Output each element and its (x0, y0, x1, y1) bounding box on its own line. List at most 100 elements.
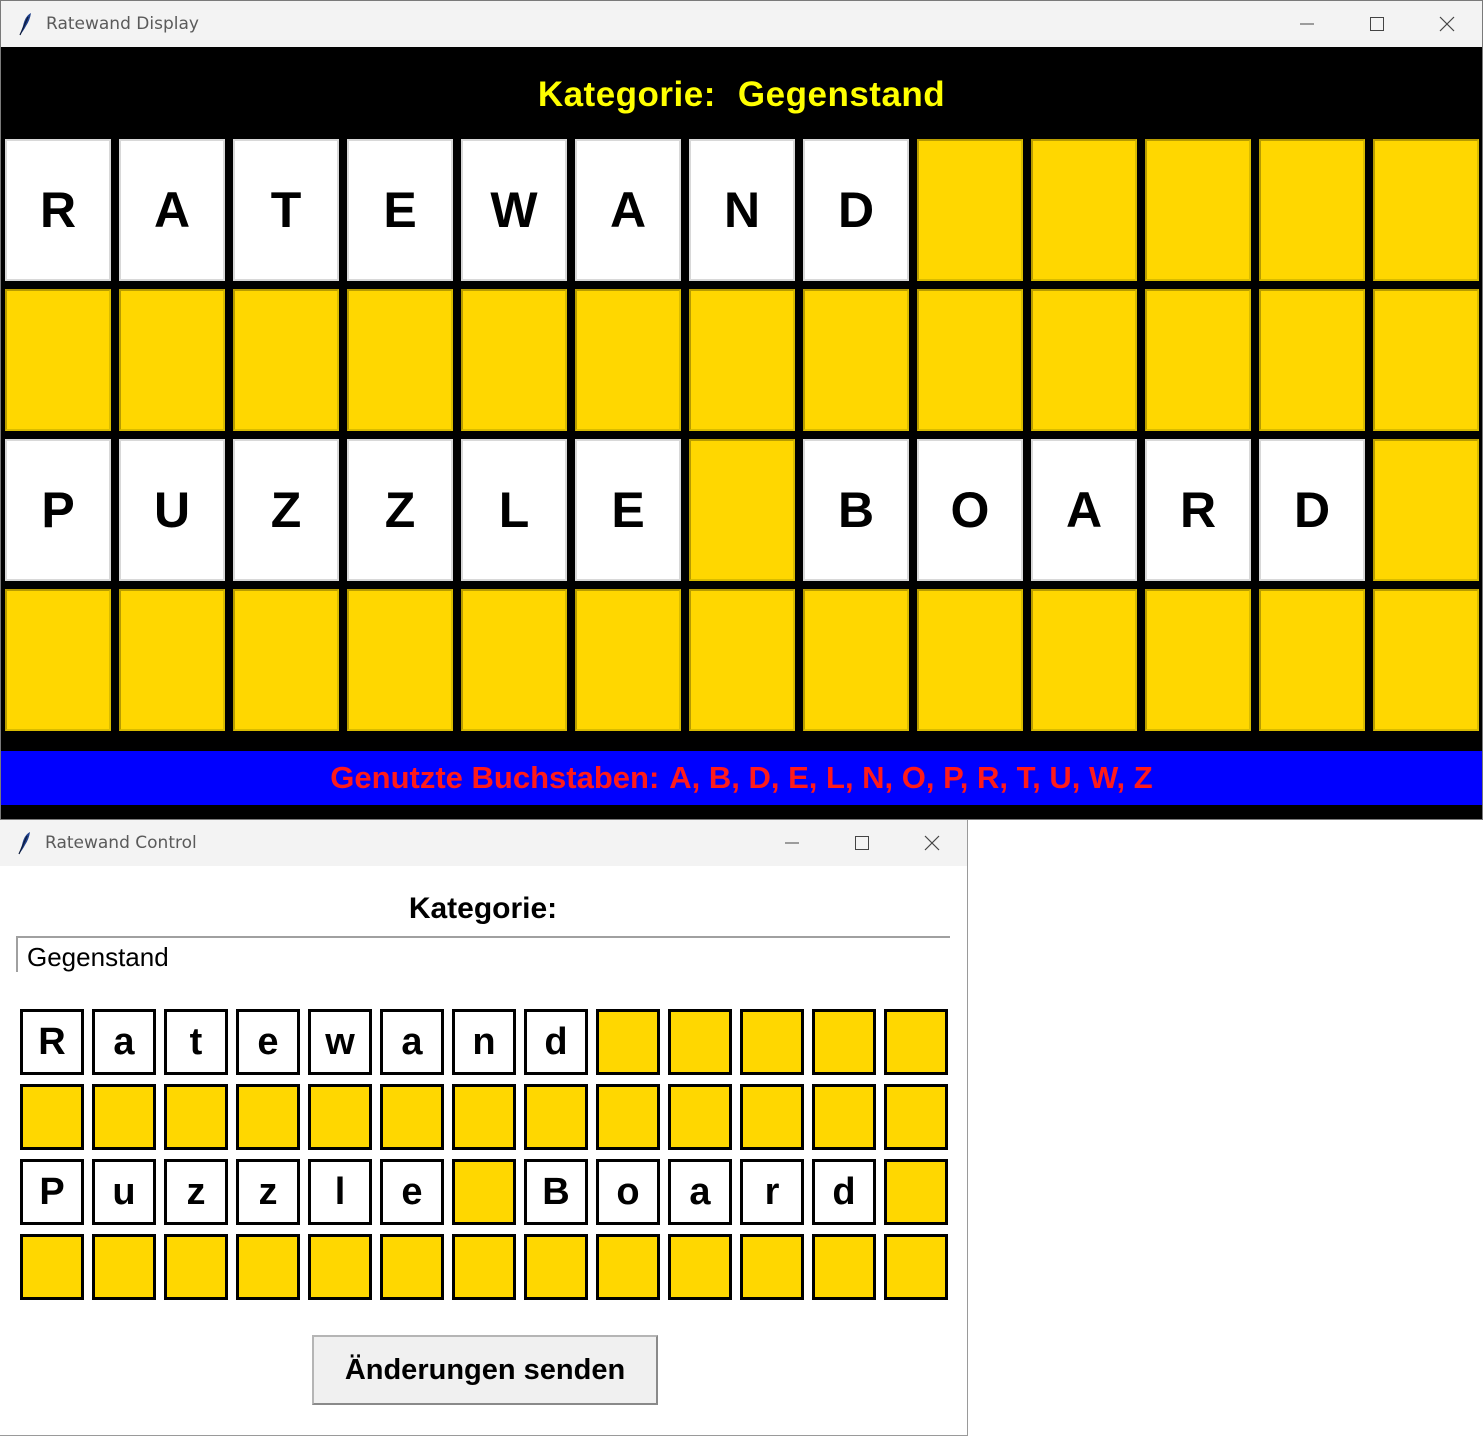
control-letter-tile[interactable]: R (20, 1009, 84, 1075)
control-letter-tile[interactable]: o (596, 1159, 660, 1225)
category-input[interactable] (16, 936, 950, 972)
display-letter-tile (1145, 589, 1251, 731)
control-titlebar[interactable]: Ratewand Control (0, 820, 967, 866)
display-letter-tile (1373, 589, 1479, 731)
display-letter-tile (1031, 589, 1137, 731)
control-letter-tile[interactable] (668, 1009, 732, 1075)
control-letter-tile[interactable]: P (20, 1159, 84, 1225)
control-letter-tile[interactable]: r (740, 1159, 804, 1225)
close-button[interactable] (1412, 1, 1482, 47)
display-letter-tile (461, 289, 567, 431)
minimize-button[interactable] (757, 820, 827, 866)
display-letter-tile (1031, 289, 1137, 431)
control-letter-tile[interactable] (740, 1234, 804, 1300)
control-letter-tile[interactable] (596, 1234, 660, 1300)
control-letter-grid: RatewandPuzzleBoard (20, 1009, 948, 1300)
control-letter-tile[interactable] (884, 1159, 948, 1225)
control-window: Ratewand Control Kategorie: RatewandPuzz… (0, 820, 968, 1436)
display-letter-tile (689, 589, 795, 731)
minimize-button[interactable] (1272, 1, 1342, 47)
control-letter-tile[interactable]: d (524, 1009, 588, 1075)
control-letter-tile[interactable]: w (308, 1009, 372, 1075)
control-letter-tile[interactable] (812, 1084, 876, 1150)
control-letter-tile[interactable] (380, 1084, 444, 1150)
close-icon (924, 835, 940, 851)
display-board: Kategorie: Gegenstand RATEWANDPUZZLEBOARD… (1, 47, 1482, 819)
feather-icon (16, 831, 36, 855)
display-category-label: Kategorie: (537, 75, 716, 114)
display-letter-tile: R (5, 139, 111, 281)
display-letter-tile: E (347, 139, 453, 281)
control-letter-tile[interactable] (452, 1084, 516, 1150)
control-letter-tile[interactable] (668, 1084, 732, 1150)
control-letter-tile[interactable] (524, 1084, 588, 1150)
display-letter-tile (575, 589, 681, 731)
display-letter-tile: U (119, 439, 225, 581)
control-letter-tile[interactable] (596, 1084, 660, 1150)
control-letter-tile[interactable] (236, 1234, 300, 1300)
control-letter-tile[interactable] (20, 1084, 84, 1150)
control-letter-tile[interactable] (884, 1084, 948, 1150)
control-letter-tile[interactable]: l (308, 1159, 372, 1225)
control-letter-tile[interactable] (812, 1234, 876, 1300)
control-letter-tile[interactable] (164, 1084, 228, 1150)
display-letter-tile (1373, 289, 1479, 431)
display-letter-tile (119, 589, 225, 731)
control-letter-tile[interactable] (164, 1234, 228, 1300)
control-letter-tile[interactable] (452, 1234, 516, 1300)
control-letter-tile[interactable] (812, 1009, 876, 1075)
control-letter-tile[interactable] (884, 1234, 948, 1300)
display-letter-tile (575, 289, 681, 431)
display-letter-tile (233, 589, 339, 731)
close-button[interactable] (897, 820, 967, 866)
control-letter-tile[interactable] (236, 1084, 300, 1150)
maximize-button[interactable] (827, 820, 897, 866)
control-letter-tile[interactable]: t (164, 1009, 228, 1075)
control-letter-tile[interactable]: a (92, 1009, 156, 1075)
control-letter-tile[interactable]: B (524, 1159, 588, 1225)
control-letter-tile[interactable]: a (380, 1009, 444, 1075)
control-letter-tile[interactable]: a (668, 1159, 732, 1225)
display-letter-tile: P (5, 439, 111, 581)
display-letter-tile: A (575, 139, 681, 281)
display-letter-tile: N (689, 139, 795, 281)
control-letter-tile[interactable] (308, 1084, 372, 1150)
display-letter-tile (1373, 139, 1479, 281)
display-letter-tile: W (461, 139, 567, 281)
display-letter-grid: RATEWANDPUZZLEBOARD (5, 139, 1479, 731)
control-letter-tile[interactable] (20, 1234, 84, 1300)
display-titlebar[interactable]: Ratewand Display (1, 1, 1482, 47)
display-letter-tile (461, 589, 567, 731)
control-letter-tile[interactable]: z (236, 1159, 300, 1225)
send-changes-button[interactable]: Änderungen senden (312, 1335, 658, 1405)
minimize-icon (1300, 17, 1314, 31)
display-letter-tile (347, 589, 453, 731)
display-letter-tile (119, 289, 225, 431)
control-letter-tile[interactable] (452, 1159, 516, 1225)
display-category-value: Gegenstand (737, 75, 946, 114)
display-letter-tile (1145, 289, 1251, 431)
control-letter-tile[interactable] (92, 1084, 156, 1150)
control-letter-tile[interactable] (668, 1234, 732, 1300)
control-letter-tile[interactable] (308, 1234, 372, 1300)
used-letters-list: A, B, D, E, L, N, O, P, R, T, U, W, Z (669, 760, 1153, 795)
display-letter-tile: T (233, 139, 339, 281)
control-letter-tile[interactable]: n (452, 1009, 516, 1075)
used-letters-label: Genutzte Buchstaben: (330, 760, 660, 795)
maximize-icon (1370, 17, 1384, 31)
control-letter-tile[interactable] (740, 1084, 804, 1150)
control-letter-tile[interactable] (740, 1009, 804, 1075)
maximize-button[interactable] (1342, 1, 1412, 47)
control-letter-tile[interactable]: u (92, 1159, 156, 1225)
control-letter-tile[interactable]: e (380, 1159, 444, 1225)
display-letter-tile (5, 289, 111, 431)
control-letter-tile[interactable] (380, 1234, 444, 1300)
control-letter-tile[interactable]: z (164, 1159, 228, 1225)
control-letter-tile[interactable] (524, 1234, 588, 1300)
control-letter-tile[interactable]: d (812, 1159, 876, 1225)
control-letter-tile[interactable] (92, 1234, 156, 1300)
control-letter-tile[interactable]: e (236, 1009, 300, 1075)
control-letter-tile[interactable] (596, 1009, 660, 1075)
window-title: Ratewand Control (45, 833, 197, 853)
control-letter-tile[interactable] (884, 1009, 948, 1075)
